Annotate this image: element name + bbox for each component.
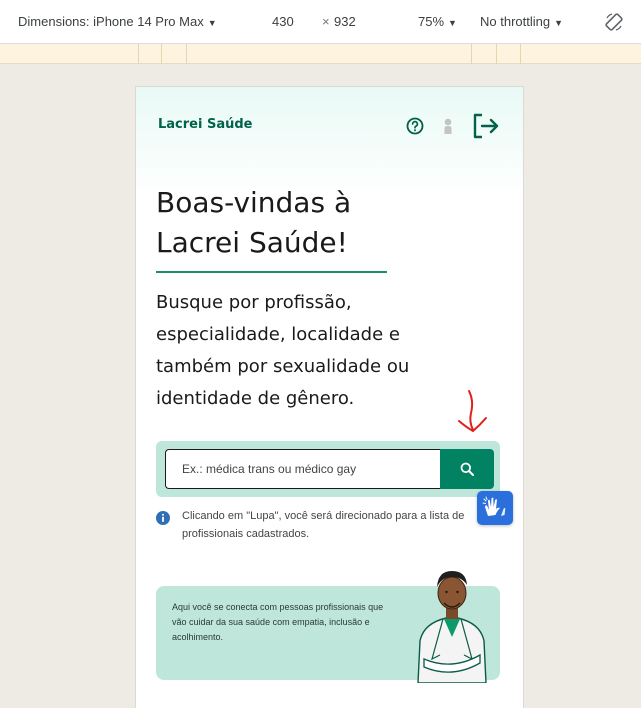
- page-title: Boas-vindas à Lacrei Saúde!: [156, 183, 476, 263]
- page-title-line-2: Lacrei Saúde!: [156, 226, 348, 259]
- width-input[interactable]: 430: [272, 14, 294, 29]
- info-icon: [156, 511, 170, 525]
- devtools-device-toolbar: Dimensions: iPhone 14 Pro Max ▼ 430 × 932…: [0, 0, 641, 44]
- search-hint: Clicando em "Lupa", você será direcionad…: [156, 507, 496, 543]
- device-viewport: Lacrei Saúde Boas-vindas à Lacrei Saúde!…: [136, 87, 523, 708]
- dimensions-label: Dimensions: iPhone 14 Pro Max: [18, 14, 204, 29]
- header-background: [136, 87, 523, 197]
- help-icon[interactable]: [406, 117, 424, 135]
- brand-logo[interactable]: Lacrei Saúde: [158, 117, 253, 132]
- page-title-line-1: Boas-vindas à: [156, 186, 352, 219]
- logout-icon[interactable]: [472, 113, 500, 139]
- search-bar: [156, 441, 500, 497]
- chevron-down-icon: ▼: [448, 18, 457, 28]
- rotate-icon[interactable]: [604, 12, 624, 32]
- zoom-dropdown[interactable]: 75% ▼: [418, 14, 457, 29]
- media-query-ruler: [0, 44, 641, 64]
- dimension-separator: ×: [322, 14, 330, 29]
- search-hint-text: Clicando em "Lupa", você será direcionad…: [182, 510, 465, 540]
- title-underline: [156, 271, 387, 273]
- throttling-label: No throttling: [480, 14, 551, 29]
- promo-text: Aqui você se conecta com pessoas profiss…: [172, 602, 384, 642]
- search-icon: [460, 462, 474, 476]
- doctor-illustration: [417, 571, 487, 683]
- user-icon[interactable]: [442, 118, 454, 134]
- dimensions-dropdown[interactable]: Dimensions: iPhone 14 Pro Max ▼: [18, 14, 217, 29]
- page-subtitle: Busque por profissão, especialidade, loc…: [156, 292, 410, 409]
- search-button[interactable]: [440, 449, 494, 489]
- accessibility-sign-language-button[interactable]: [477, 491, 513, 525]
- hand-sign-icon: [482, 496, 506, 516]
- chevron-down-icon: ▼: [554, 18, 564, 28]
- chevron-down-icon: ▼: [207, 18, 217, 28]
- height-input[interactable]: 932: [334, 14, 356, 29]
- zoom-label: 75%: [418, 14, 445, 29]
- throttling-dropdown[interactable]: No throttling ▼: [480, 14, 563, 29]
- search-input[interactable]: [165, 449, 440, 489]
- annotation-arrow-icon: [458, 390, 487, 433]
